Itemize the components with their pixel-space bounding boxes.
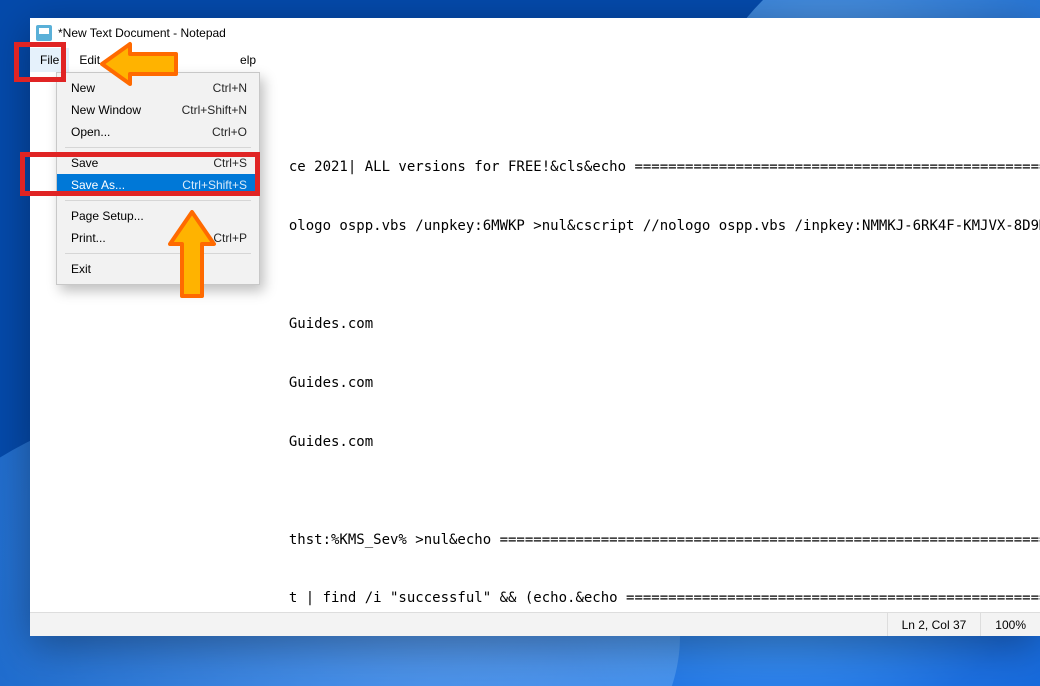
text-line: Guides.com — [36, 315, 1034, 335]
status-zoom: 100% — [980, 613, 1040, 636]
menu-item-label: Save — [71, 156, 98, 170]
menu-item-label: Save As... — [71, 178, 125, 192]
menubar: File Edit elp — [30, 48, 1040, 72]
menu-open[interactable]: Open... Ctrl+O — [57, 121, 259, 143]
file-context-menu: New Ctrl+N New Window Ctrl+Shift+N Open.… — [56, 72, 260, 285]
menu-print[interactable]: Print... Ctrl+P — [57, 227, 259, 249]
menu-exit[interactable]: Exit — [57, 258, 259, 280]
text-line: Guides.com — [36, 374, 1034, 394]
text-line: thst:%KMS_Sev% >nul&echo ===============… — [36, 531, 1034, 551]
menu-item-label: New Window — [71, 103, 141, 117]
menu-item-label: Exit — [71, 262, 91, 276]
menu-new[interactable]: New Ctrl+N — [57, 77, 259, 99]
menu-item-shortcut: Ctrl+O — [212, 125, 247, 139]
menu-file[interactable]: File — [30, 48, 69, 72]
menu-page-setup[interactable]: Page Setup... — [57, 205, 259, 227]
menu-save[interactable]: Save Ctrl+S — [57, 152, 259, 174]
menu-new-window[interactable]: New Window Ctrl+Shift+N — [57, 99, 259, 121]
menu-item-shortcut: Ctrl+S — [213, 156, 247, 170]
status-position: Ln 2, Col 37 — [887, 613, 981, 636]
titlebar[interactable]: *New Text Document - Notepad — [30, 18, 1040, 48]
notepad-icon — [36, 25, 52, 41]
window-title: *New Text Document - Notepad — [58, 26, 226, 40]
menu-item-label: New — [71, 81, 95, 95]
menu-separator — [65, 147, 251, 148]
menu-separator — [65, 200, 251, 201]
text-line: Guides.com — [36, 433, 1034, 453]
statusbar: Ln 2, Col 37 100% — [30, 612, 1040, 636]
menu-save-as[interactable]: Save As... Ctrl+Shift+S — [57, 174, 259, 196]
menu-item-shortcut: Ctrl+Shift+N — [182, 103, 247, 117]
menu-item-label: Open... — [71, 125, 110, 139]
menu-edit[interactable]: Edit — [69, 48, 110, 72]
menu-item-shortcut: Ctrl+P — [213, 231, 247, 245]
menu-separator — [65, 253, 251, 254]
menu-help-partial[interactable]: elp — [230, 48, 266, 72]
menu-item-shortcut: Ctrl+Shift+S — [182, 178, 247, 192]
menu-item-shortcut: Ctrl+N — [213, 81, 247, 95]
text-line: t | find /i "successful" && (echo.&echo … — [36, 589, 1034, 609]
menu-item-label: Print... — [71, 231, 106, 245]
menu-item-label: Page Setup... — [71, 209, 144, 223]
